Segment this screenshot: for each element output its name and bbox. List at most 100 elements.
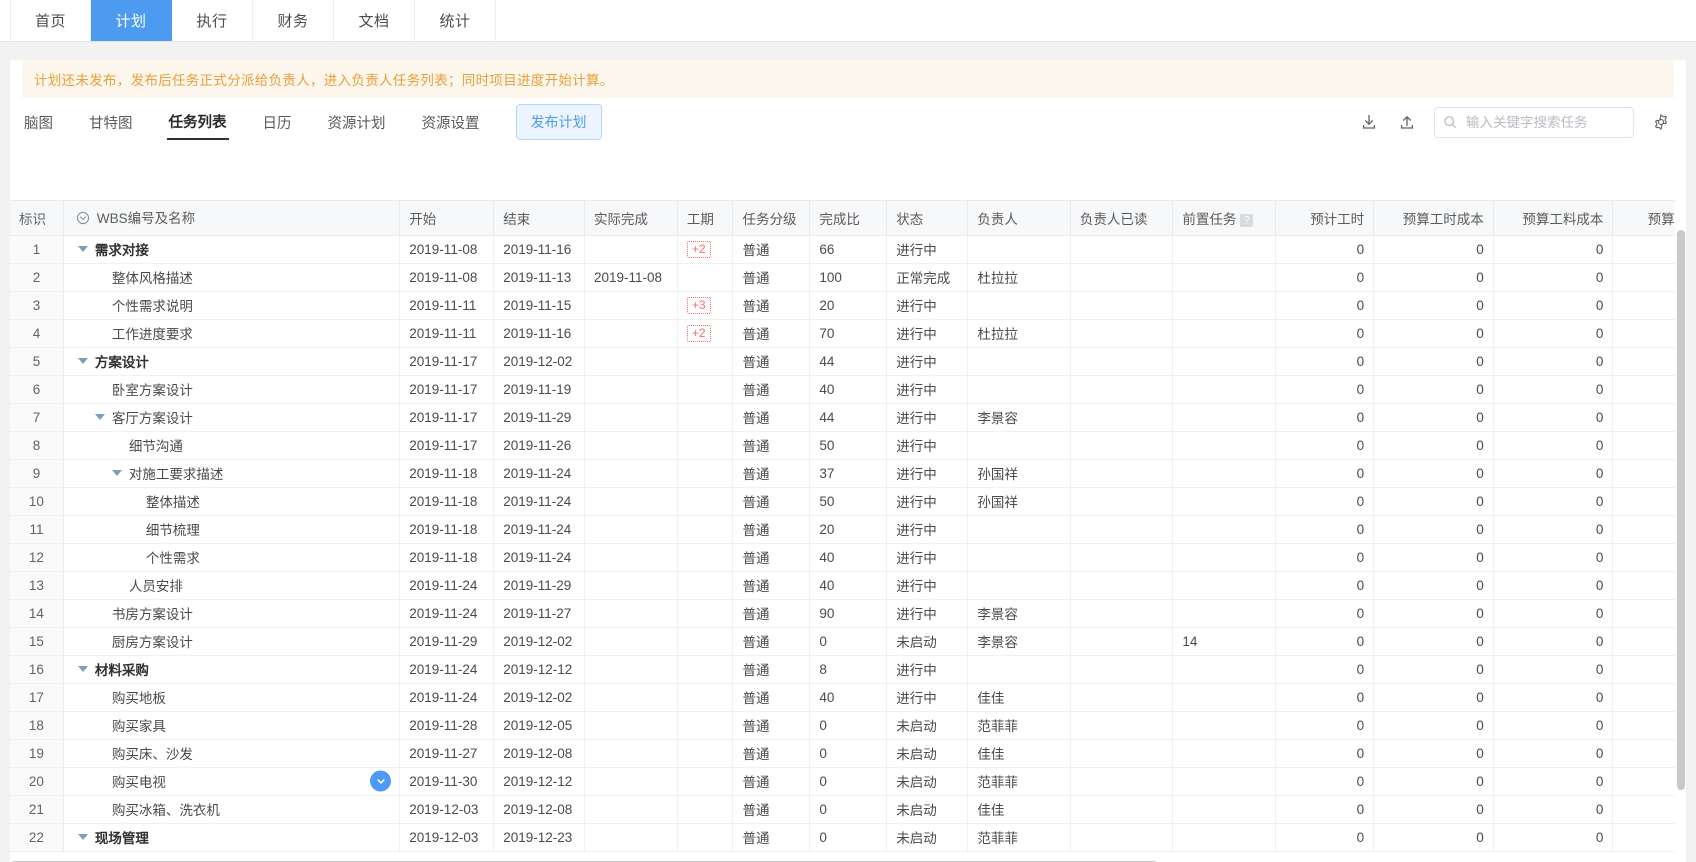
task-name-cell[interactable]: 个性需求说明 (63, 291, 401, 320)
gear-icon[interactable] (1650, 111, 1672, 133)
task-name-cell[interactable]: 材料采购 (63, 655, 401, 684)
task-name-cell[interactable]: 现场管理 (63, 823, 401, 852)
cell-budget_hour_cost: 0 (1373, 543, 1494, 572)
task-name-cell[interactable]: 个性需求 (63, 543, 401, 572)
view-tab-2[interactable]: 任务列表 (166, 105, 229, 140)
column-header-name[interactable]: WBS编号及名称 (63, 201, 401, 236)
table-row[interactable]: 18购买家具2019-11-282019-12-05普通0未启动范菲菲0000 (10, 711, 1686, 740)
table-row[interactable]: 13人员安排2019-11-242019-11-29普通40进行中0000 (10, 571, 1686, 600)
task-name-cell[interactable]: 工作进度要求 (63, 319, 401, 348)
table-row[interactable]: 7 客厅方案设计 2019-11-17 2019-11-29 普通 44 进行中 李景容 0 0 0… (10, 403, 1686, 432)
caret-down-icon[interactable] (77, 358, 88, 364)
table-row[interactable]: 8细节沟通2019-11-172019-11-26普通50进行中0000 (10, 431, 1686, 460)
duration-delta-badge[interactable]: +2 (686, 240, 711, 258)
search-input[interactable] (1464, 113, 1625, 131)
view-tab-3[interactable]: 日历 (261, 106, 294, 139)
task-table-container[interactable]: 标识 WBS编号及名称 开始 结束 实际完成 工期 任务分级 完成比 状态 负责人 负责人已读 前置任… (10, 200, 1686, 862)
view-tab-4[interactable]: 资源计划 (326, 106, 388, 139)
table-row[interactable]: 17购买地板2019-11-242019-12-02普通40进行中佳佳0000 (10, 683, 1686, 712)
table-row[interactable]: 20购买电视2019-11-302019-12-12普通0未启动范菲菲0000 (10, 767, 1686, 796)
task-name-cell[interactable]: 购买电视 (63, 767, 401, 796)
task-name-cell[interactable]: 细节梳理 (63, 515, 401, 544)
table-row[interactable]: 10整体描述2019-11-182019-11-24普通50进行中孙国祥0000 (10, 487, 1686, 516)
task-name-cell[interactable]: 客厅方案设计 (63, 403, 401, 432)
vertical-scrollbar[interactable] (1675, 200, 1686, 862)
task-name-cell[interactable]: 细节沟通 (63, 431, 401, 460)
table-row[interactable]: 2 整体风格描述 2019-11-08 2019-11-13 2019-11-08 普通 1… (10, 263, 1686, 292)
task-name-cell[interactable]: 对施工要求描述 (63, 459, 401, 488)
table-row[interactable]: 4 工作进度要求 2019-11-11 2019-11-16 +2 普通 70 进行中 杜拉拉 0… (10, 319, 1686, 348)
table-row[interactable]: 22现场管理2019-12-032019-12-23普通0未启动范菲菲0000 (10, 823, 1686, 852)
column-header-budget_material_cost[interactable]: 预算工料成本 (1493, 201, 1614, 236)
view-tab-1[interactable]: 甘特图 (87, 106, 135, 139)
cell-budget_hour_cost: 0 (1373, 375, 1494, 404)
table-row[interactable]: 14 书房方案设计 2019-11-24 2019-11-27 普通 90 进行中 李景容 0 0… (10, 599, 1686, 628)
duration-cell (677, 571, 734, 600)
row-id-cell: 10 (10, 487, 64, 516)
column-header-grade[interactable]: 任务分级 (732, 201, 811, 236)
task-name-cell[interactable]: 整体描述 (63, 487, 401, 516)
download-icon[interactable] (1358, 111, 1380, 133)
table-row[interactable]: 6卧室方案设计2019-11-172019-11-19普通40进行中0000 (10, 375, 1686, 404)
column-header-percent[interactable]: 完成比 (809, 201, 888, 236)
duration-delta-badge[interactable]: +3 (686, 296, 711, 314)
table-row[interactable]: 5方案设计2019-11-172019-12-02普通44进行中0000 (10, 347, 1686, 376)
table-row[interactable]: 19购买床、沙发2019-11-272019-12-08普通0未启动佳佳0000 (10, 739, 1686, 768)
cell-predecessor (1172, 403, 1276, 432)
upload-icon[interactable] (1396, 111, 1418, 133)
caret-down-icon[interactable] (77, 246, 88, 252)
task-name-cell[interactable]: 整体风格描述 (63, 263, 401, 292)
table-row[interactable]: 16材料采购2019-11-242019-12-12普通8进行中0000 (10, 655, 1686, 684)
help-icon[interactable]: ? (1240, 213, 1254, 227)
task-name-cell[interactable]: 购买家具 (63, 711, 401, 740)
table-row[interactable]: 12个性需求2019-11-182019-11-24普通40进行中0000 (10, 543, 1686, 572)
top-nav-item-2[interactable]: 执行 (172, 0, 253, 41)
search-box[interactable] (1434, 106, 1634, 138)
table-row[interactable]: 9 对施工要求描述 2019-11-18 2019-11-24 普通 37 进行中 孙国祥 0 0… (10, 459, 1686, 488)
task-name-cell[interactable]: 购买冰箱、洗衣机 (63, 795, 401, 824)
cell-start: 2019-12-03 (399, 795, 495, 824)
column-header-predecessor[interactable]: 前置任务? (1172, 201, 1276, 236)
task-name-cell[interactable]: 购买地板 (63, 683, 401, 712)
task-name-cell[interactable]: 人员安排 (63, 571, 401, 600)
table-row[interactable]: 11细节梳理2019-11-182019-11-24普通20进行中0000 (10, 515, 1686, 544)
task-name-cell[interactable]: 厨房方案设计 (63, 627, 401, 656)
table-row[interactable]: 15 厨房方案设计 2019-11-29 2019-12-02 普通 0 未启动 李景容 14 0… (10, 627, 1686, 656)
task-name-cell[interactable]: 方案设计 (63, 347, 401, 376)
table-row[interactable]: 21 购买冰箱、洗衣机 2019-12-03 2019-12-08 普通 0 未启动 佳佳 0 0… (10, 795, 1686, 824)
caret-down-icon[interactable] (77, 834, 88, 840)
cell-est_hours: 0 (1275, 627, 1375, 656)
column-header-id[interactable]: 标识 (10, 201, 64, 236)
column-header-budget_hour_cost[interactable]: 预算工时成本 (1373, 201, 1494, 236)
column-header-actual_finish[interactable]: 实际完成 (584, 201, 678, 236)
publish-plan-button[interactable]: 发布计划 (515, 104, 602, 140)
top-nav-item-5[interactable]: 统计 (415, 0, 496, 41)
top-nav-item-4[interactable]: 文档 (334, 0, 415, 41)
column-header-est_hours[interactable]: 预计工时 (1275, 201, 1375, 236)
vertical-scrollbar-thumb[interactable] (1677, 230, 1685, 790)
table-row[interactable]: 3个性需求说明2019-11-112019-11-15+3普通20进行中0000 (10, 291, 1686, 320)
view-tab-5[interactable]: 资源设置 (420, 106, 482, 139)
row-expand-chevron-down-button[interactable] (370, 770, 392, 792)
task-name-cell[interactable]: 卧室方案设计 (63, 375, 401, 404)
caret-down-icon[interactable] (111, 470, 122, 476)
task-name-cell[interactable]: 书房方案设计 (63, 599, 401, 628)
view-tab-0[interactable]: 脑图 (22, 106, 55, 139)
sort-circle-icon[interactable] (76, 211, 90, 228)
top-nav-item-0[interactable]: 首页 (10, 0, 91, 41)
table-row[interactable]: 1需求对接2019-11-082019-11-16+2普通66进行中0000 (10, 235, 1686, 264)
column-header-end[interactable]: 结束 (493, 201, 586, 236)
column-header-status[interactable]: 状态 (886, 201, 969, 236)
top-nav-item-3[interactable]: 财务 (253, 0, 334, 41)
column-header-owner_read[interactable]: 负责人已读 (1070, 201, 1174, 236)
caret-down-icon[interactable] (94, 414, 105, 420)
column-header-duration[interactable]: 工期 (677, 201, 734, 236)
top-nav-item-1[interactable]: 计划 (91, 0, 172, 41)
duration-delta-badge[interactable]: +2 (686, 324, 711, 342)
column-header-start[interactable]: 开始 (399, 201, 495, 236)
task-name-cell[interactable]: 购买床、沙发 (63, 739, 401, 768)
column-header-owner[interactable]: 负责人 (967, 201, 1071, 236)
cell-grade: 普通 (732, 767, 811, 796)
caret-down-icon[interactable] (77, 666, 88, 672)
task-name-cell[interactable]: 需求对接 (63, 235, 401, 264)
